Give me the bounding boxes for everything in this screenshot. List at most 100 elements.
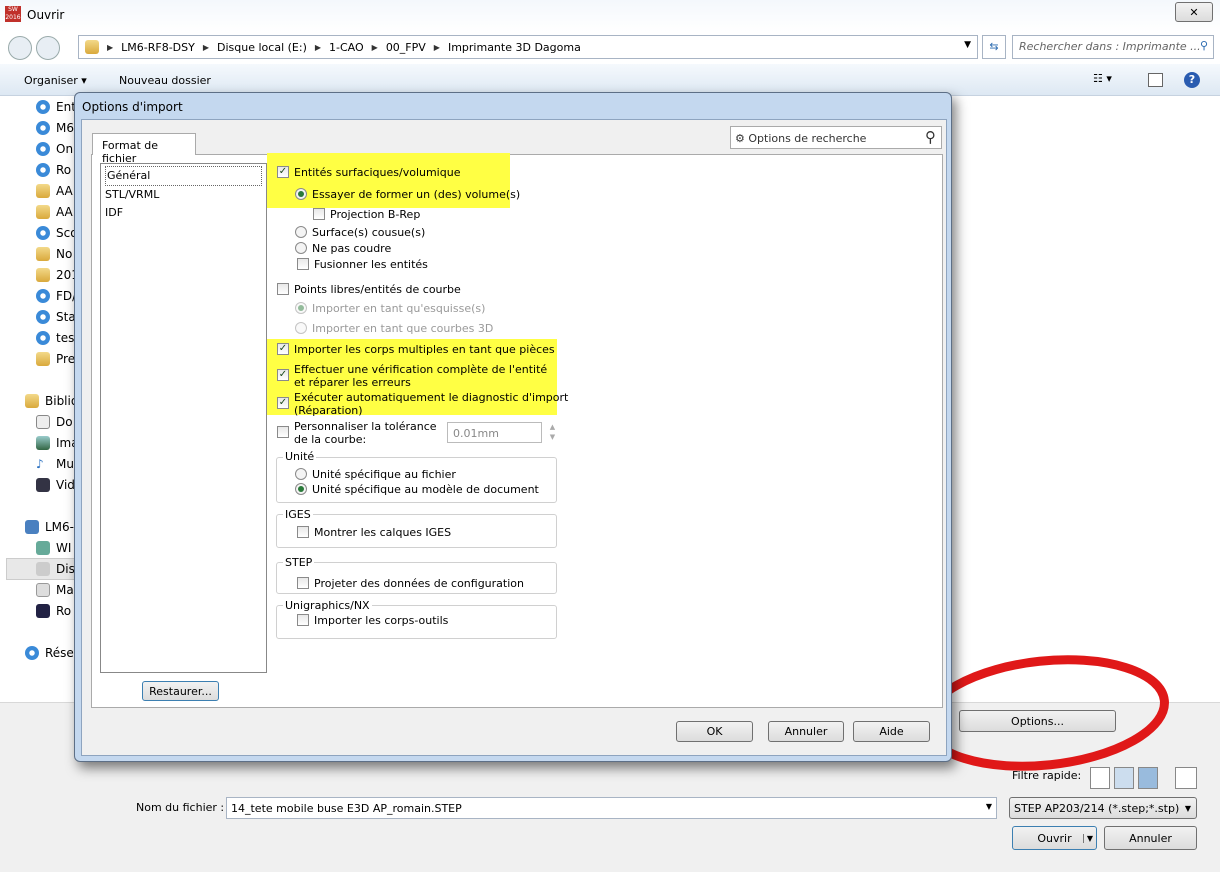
filetype-select[interactable]: STEP AP203/214 (*.step;*.stp) ▼ [1009,797,1197,819]
dialog-title: Options d'import [82,100,183,114]
try-solid-radio[interactable]: Essayer de former un (des) volume(s) [295,188,520,201]
format-item-idf[interactable]: IDF [105,204,262,222]
folder-icon [36,352,50,366]
nav-item[interactable]: Ro [36,160,71,180]
nav-item[interactable]: M6 [36,118,74,138]
step-config-checkbox[interactable]: Projeter des données de configuration [297,577,524,590]
address-bar[interactable]: ▶ LM6-RF8-DSY ▶ Disque local (E:) ▶ 1-CAO ▶… [78,35,978,59]
crumb[interactable]: 00_FPV [386,41,426,54]
auto-diagnose-checkbox[interactable]: ✓ Exécuter automatiquement le diagnostic … [277,391,568,417]
help-icon[interactable]: ? [1184,72,1200,88]
merge-checkbox[interactable]: Fusionner les entités [297,258,428,271]
image-icon [36,436,50,450]
nav-item[interactable]: Dis [36,559,75,579]
crumb[interactable]: 1-CAO [329,41,364,54]
new-folder-button[interactable]: Nouveau dossier [119,74,211,87]
filename-input[interactable]: 14_tete mobile buse E3D AP_romain.STEP ▼ [226,797,997,819]
nav-item[interactable]: WI [36,538,71,558]
tab-file-format[interactable]: Format de fichier [92,133,196,165]
solid-surface-checkbox[interactable]: ✓ Entités surfaciques/volumique [277,166,460,179]
nav-item[interactable]: AA [36,202,73,222]
tolerance-input[interactable]: 0.01mm [447,422,542,443]
folder-icon [36,247,50,261]
search-options-input[interactable]: ⚙ Options de recherche ⚲ [730,126,942,149]
nav-computer[interactable]: LM6- [25,517,74,537]
drive-icon [36,562,50,576]
help-button[interactable]: Aide [853,721,930,742]
chevron-down-icon[interactable]: ▼ [964,40,971,50]
import-sketch-radio[interactable]: Importer en tant qu'esquisse(s) [295,302,485,315]
nav-item[interactable]: Pre [36,349,75,369]
nav-item[interactable]: Vid [36,475,75,495]
format-item-general[interactable]: Général [105,166,262,186]
nav-item[interactable]: tes [36,328,74,348]
link-icon [36,289,50,303]
restore-button[interactable]: Restaurer... [142,681,219,701]
tolerance-checkbox[interactable]: Personnaliser la tolérance de la courbe: [277,420,437,446]
iges-layers-checkbox[interactable]: Montrer les calques IGES [297,526,451,539]
search-icon: ⚲ [925,128,936,146]
nav-item[interactable]: Do [36,412,73,432]
folder-icon [36,184,50,198]
close-button[interactable]: ✕ [1175,2,1213,22]
nav-item[interactable]: AA [36,181,73,201]
computer-icon [25,520,39,534]
drive-icon [36,604,50,618]
title-bar: SW 2016 Ouvrir ✕ [0,0,1220,32]
view-icon[interactable]: ☷ ▾ [1093,72,1112,85]
nav-item[interactable]: Ima [36,433,79,453]
nav-libraries[interactable]: Biblio [25,391,78,411]
format-list[interactable]: Général STL/VRML IDF [100,163,267,673]
back-button[interactable] [8,36,32,60]
no-knit-radio[interactable]: Ne pas coudre [295,242,391,255]
ok-button[interactable]: OK [676,721,753,742]
crumb[interactable]: LM6-RF8-DSY [121,41,195,54]
import-3d-curves-radio[interactable]: Importer en tant que courbes 3D [295,322,493,335]
link-icon [36,331,50,345]
unit-group-label: Unité [283,450,317,463]
link-icon [36,226,50,240]
crumb[interactable]: Imprimante 3D Dagoma [448,41,581,54]
folder-icon [36,268,50,282]
folder-icon [36,205,50,219]
nav-item[interactable]: 201 [36,265,79,285]
window-title: Ouvrir [27,8,65,22]
nav-item[interactable]: Ro [36,601,71,621]
network-icon [25,646,39,660]
document-icon [36,415,50,429]
format-item-stl[interactable]: STL/VRML [105,186,262,204]
forward-button[interactable] [36,36,60,60]
link-icon [36,163,50,177]
nav-network[interactable]: Rése [25,643,74,663]
knit-radio[interactable]: Surface(s) cousue(s) [295,226,425,239]
nav-item[interactable]: On [36,139,73,159]
nav-item[interactable]: No [36,244,72,264]
open-button[interactable]: Ouvrir ▼ [1012,826,1097,850]
nx-tools-checkbox[interactable]: Importer les corps-outils [297,614,448,627]
nav-item[interactable]: Ent [36,97,76,117]
refresh-button[interactable]: ⇆ [982,35,1006,59]
preview-pane-icon[interactable] [1148,73,1163,87]
free-points-checkbox[interactable]: Points libres/entités de courbe [277,283,461,296]
nav-item[interactable]: Sta [36,307,76,327]
nx-group-label: Unigraphics/NX [283,599,372,612]
folder-icon [85,40,99,54]
search-input[interactable]: Rechercher dans : Imprimante ... ⚲ [1012,35,1214,59]
cancel-button[interactable]: Annuler [1104,826,1197,850]
nav-item[interactable]: Sco [36,223,78,243]
multi-body-checkbox[interactable]: ✓ Importer les corps multiples en tant qu… [277,343,555,356]
drive-icon [36,541,50,555]
tolerance-spinner[interactable]: ▲ ▼ [546,422,559,443]
filename-label: Nom du fichier : [136,801,225,814]
nav-item[interactable]: ♪ Mu [36,454,74,474]
unit-file-radio[interactable]: Unité spécifique au fichier [295,468,456,481]
red-ellipse [921,655,1169,771]
brep-checkbox[interactable]: Projection B-Rep [313,208,420,221]
nav-item[interactable]: Ma [36,580,74,600]
dialog-cancel-button[interactable]: Annuler [768,721,844,742]
nav-item[interactable]: FD/ [36,286,76,306]
full-check-checkbox[interactable]: ✓ Effectuer une vérification complète de … [277,363,547,389]
unit-doc-radio[interactable]: Unité spécifique au modèle de document [295,483,539,496]
organize-menu[interactable]: Organiser ▾ [24,74,87,87]
crumb[interactable]: Disque local (E:) [217,41,307,54]
